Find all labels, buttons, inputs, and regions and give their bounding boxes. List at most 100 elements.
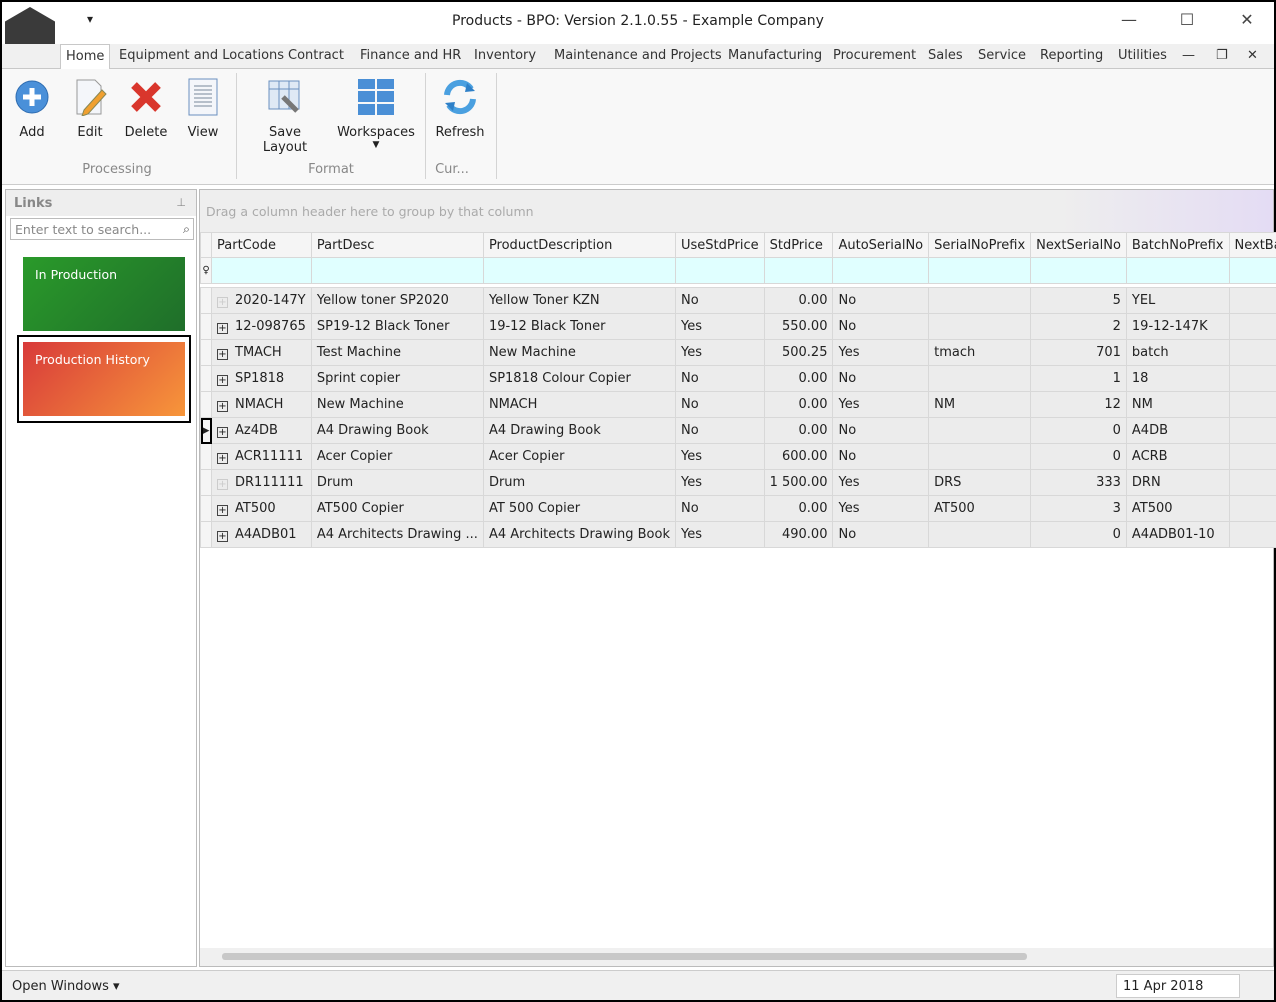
cell-nextbatc[interactable]: [1228, 443, 1276, 470]
table-row[interactable]: + TMACH Test Machine New Machine Yes 500.25 Ye…: [200, 339, 1276, 366]
cell-usestdprice[interactable]: No: [674, 495, 765, 522]
workspaces-button[interactable]: Workspaces ▼: [336, 75, 416, 150]
cell-nextserialno[interactable]: 0: [1030, 417, 1127, 444]
cell-productdescription[interactable]: Acer Copier: [482, 443, 676, 470]
cell-nextserialno[interactable]: 333: [1030, 469, 1127, 496]
row-indicator[interactable]: [200, 495, 212, 522]
cell-serialnoprefix[interactable]: [928, 365, 1032, 392]
cell-nextbatc[interactable]: [1228, 521, 1276, 548]
tab-utilities[interactable]: Utilities: [1118, 48, 1167, 63]
column-header-productdescription[interactable]: ProductDescription: [482, 232, 676, 258]
expand-icon[interactable]: +: [217, 453, 228, 464]
cell-batchnoprefix[interactable]: A4ADB01-10: [1125, 521, 1230, 548]
row-indicator[interactable]: [200, 443, 212, 470]
row-indicator[interactable]: ▶: [200, 417, 212, 444]
cell-nextbatc[interactable]: [1228, 469, 1276, 496]
tab-inventory[interactable]: Inventory: [474, 48, 536, 63]
scroll-thumb[interactable]: [222, 953, 1027, 960]
table-row[interactable]: + A4ADB01 A4 Architects Drawing ... A4 Arch…: [200, 521, 1276, 548]
cell-nextbatc[interactable]: [1228, 417, 1276, 444]
cell-usestdprice[interactable]: Yes: [674, 443, 765, 470]
cell-partdesc[interactable]: Acer Copier: [310, 443, 484, 470]
row-indicator[interactable]: [200, 391, 212, 418]
cell-nextbatc[interactable]: [1228, 339, 1276, 366]
filter-cell[interactable]: [482, 257, 676, 284]
pin-icon[interactable]: ⊥: [176, 196, 186, 209]
cell-partcode[interactable]: +2020-147Y: [211, 287, 312, 314]
horizontal-scrollbar[interactable]: [200, 948, 1273, 966]
cell-serialnoprefix[interactable]: [928, 417, 1032, 444]
links-search-input[interactable]: Enter text to search...: [10, 218, 194, 240]
filter-cell[interactable]: [928, 257, 1032, 284]
cell-partcode[interactable]: + TMACH: [211, 339, 312, 366]
cell-stdprice[interactable]: 0.00: [763, 391, 834, 418]
table-row[interactable]: + AT500 AT500 Copier AT 500 Copier No 0.00 Yes…: [200, 495, 1276, 522]
cell-serialnoprefix[interactable]: [928, 313, 1032, 340]
tab-maintenance-and-projects[interactable]: Maintenance and Projects: [554, 48, 722, 63]
cell-nextserialno[interactable]: 5: [1030, 287, 1127, 314]
cell-batchnoprefix[interactable]: batch: [1125, 339, 1230, 366]
filter-cell[interactable]: [1030, 257, 1127, 284]
cell-partdesc[interactable]: A4 Drawing Book: [310, 417, 484, 444]
cell-autoserialno[interactable]: No: [832, 443, 930, 470]
cell-nextbatc[interactable]: [1228, 365, 1276, 392]
table-row[interactable]: +2020-147Y Yellow toner SP2020 Yellow Tone…: [200, 287, 1276, 314]
cell-partdesc[interactable]: Sprint copier: [310, 365, 484, 392]
expand-icon[interactable]: +: [217, 323, 228, 334]
save-layout-button[interactable]: Save Layout: [245, 75, 325, 155]
cell-batchnoprefix[interactable]: NM: [1125, 391, 1230, 418]
tab-equipment-and-locations[interactable]: Equipment and Locations: [119, 48, 284, 63]
row-indicator[interactable]: [200, 521, 212, 548]
cell-serialnoprefix[interactable]: [928, 443, 1032, 470]
cell-nextserialno[interactable]: 0: [1030, 521, 1127, 548]
cell-partcode[interactable]: + NMACH: [211, 391, 312, 418]
refresh-button[interactable]: Refresh: [432, 75, 488, 140]
cell-nextserialno[interactable]: 12: [1030, 391, 1127, 418]
cell-nextbatc[interactable]: [1228, 495, 1276, 522]
column-header-partdesc[interactable]: PartDesc: [310, 232, 484, 258]
cell-autoserialno[interactable]: No: [832, 313, 930, 340]
cell-autoserialno[interactable]: Yes: [832, 391, 930, 418]
mdi-minimize-button[interactable]: —: [1182, 48, 1195, 63]
cell-productdescription[interactable]: A4 Architects Drawing Book: [482, 521, 676, 548]
expand-icon[interactable]: +: [217, 401, 228, 412]
cell-usestdprice[interactable]: No: [674, 417, 765, 444]
cell-nextserialno[interactable]: 1: [1030, 365, 1127, 392]
column-header-batchnoprefix[interactable]: BatchNoPrefix: [1125, 232, 1230, 258]
cell-serialnoprefix[interactable]: NM: [928, 391, 1032, 418]
expand-icon[interactable]: +: [217, 297, 228, 308]
cell-productdescription[interactable]: Yellow Toner KZN: [482, 287, 676, 314]
group-by-panel[interactable]: Drag a column header here to group by th…: [200, 190, 1273, 232]
cell-serialnoprefix[interactable]: DRS: [928, 469, 1032, 496]
expand-icon[interactable]: +: [217, 349, 228, 360]
cell-nextbatc[interactable]: [1228, 313, 1276, 340]
cell-nextbatc[interactable]: [1228, 287, 1276, 314]
edit-button[interactable]: Edit: [70, 75, 110, 140]
column-header-nextbatc[interactable]: NextBatc: [1228, 232, 1276, 258]
filter-cell[interactable]: [1228, 257, 1276, 284]
column-header-partcode[interactable]: PartCode: [211, 232, 312, 258]
row-indicator[interactable]: [200, 339, 212, 366]
table-row[interactable]: + NMACH New Machine NMACH No 0.00 Yes NM 12 NM: [200, 391, 1276, 418]
table-row[interactable]: + SP1818 Sprint copier SP1818 Colour Copier…: [200, 365, 1276, 392]
table-row[interactable]: + DR111111 Drum Drum Yes 1 500.00 Yes DRS 333 DRN: [200, 469, 1276, 496]
cell-serialnoprefix[interactable]: tmach: [928, 339, 1032, 366]
cell-batchnoprefix[interactable]: A4DB: [1125, 417, 1230, 444]
cell-productdescription[interactable]: SP1818 Colour Copier: [482, 365, 676, 392]
cell-partcode[interactable]: +12-098765: [211, 313, 312, 340]
cell-batchnoprefix[interactable]: 18: [1125, 365, 1230, 392]
cell-stdprice[interactable]: 0.00: [763, 417, 834, 444]
cell-stdprice[interactable]: 0.00: [763, 287, 834, 314]
cell-batchnoprefix[interactable]: DRN: [1125, 469, 1230, 496]
cell-productdescription[interactable]: AT 500 Copier: [482, 495, 676, 522]
expand-icon[interactable]: +: [217, 479, 228, 490]
filter-cell[interactable]: [310, 257, 484, 284]
cell-serialnoprefix[interactable]: [928, 287, 1032, 314]
table-row[interactable]: + ACR11111 Acer Copier Acer Copier Yes 600.00…: [200, 443, 1276, 470]
cell-productdescription[interactable]: A4 Drawing Book: [482, 417, 676, 444]
cell-autoserialno[interactable]: Yes: [832, 469, 930, 496]
cell-nextbatc[interactable]: [1228, 391, 1276, 418]
cell-partcode[interactable]: + DR111111: [211, 469, 312, 496]
cell-stdprice[interactable]: 500.25: [763, 339, 834, 366]
tab-manufacturing[interactable]: Manufacturing: [728, 48, 822, 63]
